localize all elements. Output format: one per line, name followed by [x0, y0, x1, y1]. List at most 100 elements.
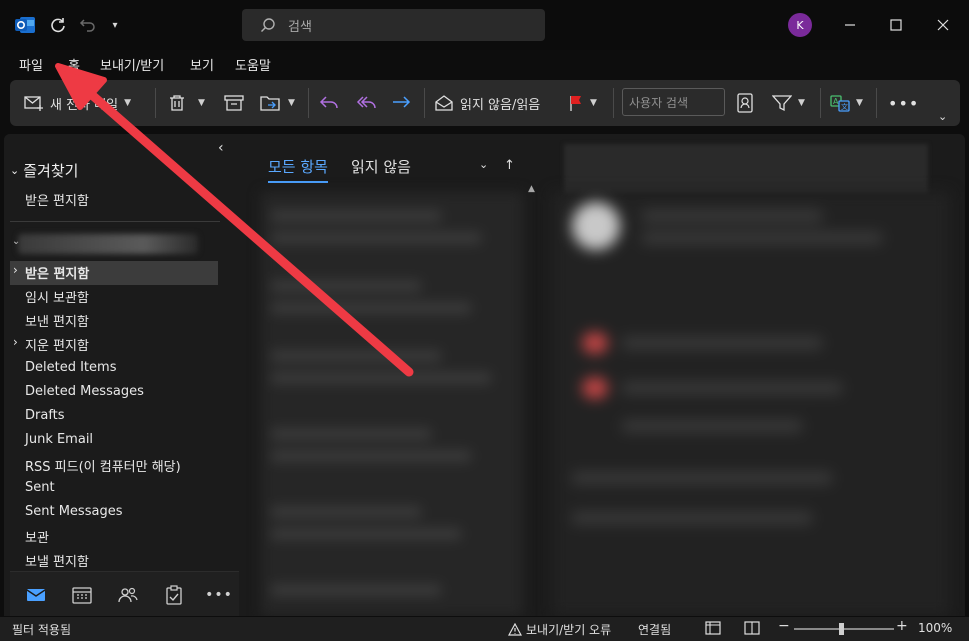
search-placeholder: 검색 — [288, 19, 312, 35]
trash-icon — [170, 95, 184, 111]
message-list: 모든 항목 읽지 않음 ⌄ ↑ ▲ — [241, 134, 546, 616]
new-mail-icon — [24, 96, 43, 111]
normal-view-icon[interactable] — [705, 621, 721, 635]
send-receive-error-label: 보내기/받기 오류 — [526, 623, 612, 637]
ribbon-divider — [308, 88, 309, 118]
undo-icon[interactable] — [77, 14, 99, 36]
customize-quick-access-icon[interactable]: ▾ — [108, 14, 122, 36]
address-book-button[interactable] — [737, 91, 753, 115]
folder-drafts[interactable]: Drafts — [25, 408, 65, 423]
app-switcher: ••• — [10, 571, 239, 616]
people-icon[interactable] — [117, 585, 139, 605]
filter-icon — [772, 95, 792, 112]
folder-pane: ‹ ⌄ 즐겨찾기 받은 편지함 ⌄ › 받은 편지함 임시 보관함 보낸 편지함… — [4, 134, 239, 616]
tab-help[interactable]: 도움말 — [235, 55, 271, 74]
folder-inbox[interactable]: 받은 편지함 — [25, 263, 89, 282]
translate-icon: A文 — [830, 95, 850, 112]
read-unread-button[interactable]: 읽지 않음/읽음 — [434, 91, 540, 115]
chevron-down-icon[interactable]: ▼ — [288, 98, 295, 108]
tasks-icon[interactable] — [163, 585, 185, 605]
zoom-level[interactable]: 100% — [918, 621, 952, 635]
avatar[interactable]: K — [788, 13, 812, 37]
search-input[interactable]: 검색 — [242, 9, 545, 41]
expand-ribbon-icon[interactable]: ⌄ — [938, 104, 947, 128]
zoom-in-icon[interactable]: + — [896, 618, 908, 634]
zoom-out-icon[interactable]: − — [778, 618, 790, 634]
delete-button[interactable]: ▼ — [168, 91, 205, 115]
sort-direction-icon[interactable]: ↑ — [504, 158, 515, 173]
filter-status: 필터 적용됨 — [12, 623, 72, 637]
tab-send-receive[interactable]: 보내기/받기 — [100, 55, 164, 74]
new-mail-label: 새 전자 메일 — [50, 97, 119, 113]
menu-bar: 파일 홈 보내기/받기 보기 도움말 — [0, 50, 969, 80]
archive-button[interactable] — [224, 91, 244, 115]
ribbon: 새 전자 메일 ▼ ▼ ▼ 읽지 않음/읽음 ▼ 사용자 검색 ▼ A 文 ▼ … — [10, 80, 960, 126]
folder-rss-feeds[interactable]: RSS 피드(이 컴퓨터만 해당) — [25, 456, 181, 475]
chevron-right-icon[interactable]: › — [13, 335, 18, 349]
folder-deleted-items[interactable]: Deleted Items — [25, 360, 116, 375]
svg-text:文: 文 — [841, 102, 848, 111]
move-folder-icon — [260, 96, 280, 111]
more-options-icon[interactable]: ••• — [888, 91, 919, 115]
reading-header-redacted — [564, 144, 928, 194]
svg-text:A: A — [833, 97, 839, 106]
ribbon-divider — [613, 88, 614, 118]
tab-home[interactable]: 홈 — [68, 55, 80, 80]
chevron-down-icon[interactable]: ▼ — [856, 98, 863, 108]
ribbon-divider — [876, 88, 877, 118]
collapse-pane-icon[interactable]: ‹ — [218, 140, 224, 156]
chevron-down-icon[interactable]: ▼ — [124, 98, 131, 108]
favorites-header[interactable]: ⌄ 즐겨찾기 — [10, 160, 78, 181]
folder-sent[interactable]: Sent — [25, 480, 55, 495]
chevron-down-icon[interactable]: ▼ — [198, 98, 205, 108]
folder-junk-email[interactable]: Junk Email — [25, 432, 93, 447]
folder-archive[interactable]: 보관 — [25, 527, 49, 546]
zoom-slider[interactable] — [794, 628, 894, 630]
forward-icon — [393, 96, 411, 108]
send-receive-error[interactable]: 보내기/받기 오류 — [508, 621, 611, 638]
open-envelope-icon — [435, 95, 453, 111]
more-apps-icon[interactable]: ••• — [205, 585, 232, 605]
folder-deleted-ko[interactable]: 지운 편지함 — [25, 335, 89, 354]
tab-all-items[interactable]: 모든 항목 — [268, 156, 328, 183]
folder-deleted-messages[interactable]: Deleted Messages — [25, 384, 144, 399]
calendar-icon[interactable] — [71, 585, 93, 605]
chevron-down-icon[interactable]: ▼ — [798, 98, 805, 108]
folder-sent-messages[interactable]: Sent Messages — [25, 504, 122, 519]
move-button[interactable]: ▼ — [260, 91, 295, 115]
reply-all-icon — [356, 96, 376, 109]
close-icon[interactable] — [930, 12, 956, 38]
scroll-up-icon[interactable]: ▲ — [528, 184, 535, 194]
folder-outbox[interactable]: 보낼 편지함 — [25, 551, 89, 570]
user-search-placeholder: 사용자 검색 — [629, 95, 689, 110]
minimize-icon[interactable] — [837, 12, 863, 38]
folder-sent-ko[interactable]: 보낸 편지함 — [25, 311, 89, 330]
warning-icon — [508, 623, 522, 636]
mail-icon[interactable] — [25, 585, 47, 605]
forward-button[interactable] — [390, 91, 412, 115]
reply-button[interactable] — [318, 91, 340, 115]
filter-button[interactable]: ▼ — [772, 91, 805, 115]
new-mail-button[interactable]: 새 전자 메일 ▼ — [24, 91, 131, 115]
chevron-down-icon[interactable]: ▼ — [590, 98, 597, 108]
tab-file[interactable]: 파일 — [19, 55, 43, 74]
sort-options-icon[interactable]: ⌄ — [479, 158, 488, 171]
message-list-redacted — [261, 192, 523, 616]
zoom-slider-thumb[interactable] — [839, 623, 844, 635]
favorite-inbox[interactable]: 받은 편지함 — [25, 190, 89, 209]
chevron-right-icon[interactable]: › — [13, 263, 18, 277]
sync-icon[interactable] — [47, 14, 69, 36]
address-book-icon — [737, 93, 753, 113]
chevron-down-icon: ⌄ — [10, 164, 20, 177]
flag-button[interactable]: ▼ — [568, 91, 597, 115]
archive-icon — [224, 95, 244, 111]
folder-drafts-ko[interactable]: 임시 보관함 — [25, 287, 89, 306]
reply-all-button[interactable] — [354, 91, 376, 115]
title-bar: ▾ 검색 K — [0, 0, 969, 50]
user-search-input[interactable]: 사용자 검색 — [622, 88, 725, 116]
tab-unread[interactable]: 읽지 않음 — [351, 156, 411, 177]
reading-view-icon[interactable] — [744, 621, 760, 635]
tab-view[interactable]: 보기 — [190, 55, 214, 74]
maximize-icon[interactable] — [883, 12, 909, 38]
translate-button[interactable]: A文 ▼ — [830, 91, 863, 115]
